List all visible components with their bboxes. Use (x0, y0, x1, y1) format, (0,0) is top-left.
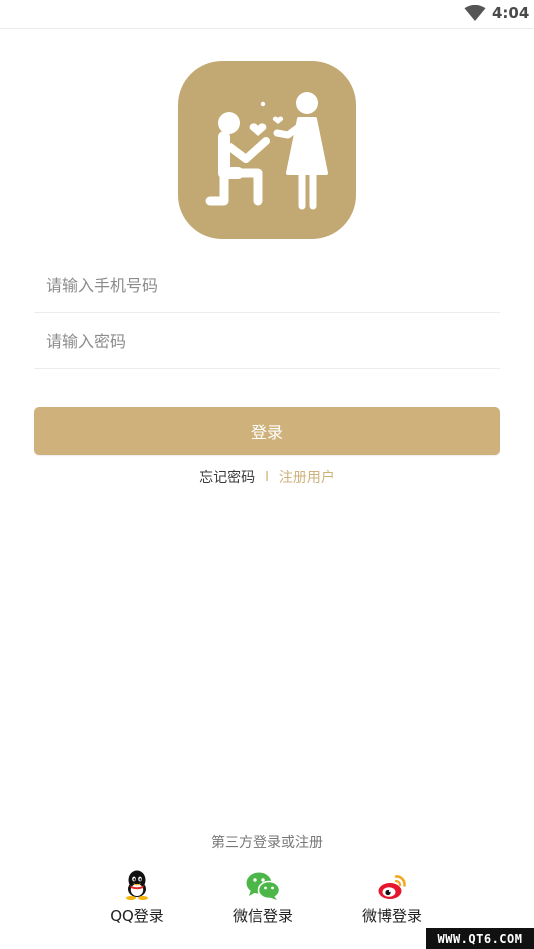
password-input[interactable] (44, 326, 488, 356)
password-field (34, 312, 500, 369)
phone-field (34, 256, 500, 313)
qq-login-button[interactable]: QQ登录 (77, 870, 197, 930)
weibo-icon (378, 875, 406, 899)
login-button[interactable]: 登录 (34, 407, 500, 455)
register-link[interactable]: 注册用户 (279, 467, 335, 487)
wechat-login-button[interactable]: 微信登录 (203, 870, 323, 930)
status-time: 4:04 (492, 4, 530, 22)
weibo-login-button[interactable]: 微博登录 (332, 870, 452, 930)
wechat-icon (246, 872, 280, 900)
forgot-password-link[interactable]: 忘记密码 (199, 467, 255, 487)
site-watermark: WWW.QT6.COM (426, 928, 534, 949)
login-screen: 4:04 登录 忘记密码 I 注册用户 (0, 0, 534, 949)
weibo-login-label: 微博登录 (361, 907, 422, 925)
status-bar: 4:04 (0, 0, 534, 29)
qq-login-label: QQ登录 (110, 907, 164, 925)
third-party-title: 第三方登录或注册 (211, 835, 323, 851)
qq-icon (126, 870, 148, 900)
wifi-icon (464, 5, 486, 21)
phone-input[interactable] (44, 270, 488, 300)
auth-links: 忘记密码 I 注册用户 (0, 466, 534, 488)
wechat-login-label: 微信登录 (232, 907, 293, 925)
app-logo (178, 61, 356, 239)
proposal-couple-icon (205, 92, 328, 210)
link-separator: I (265, 469, 269, 485)
